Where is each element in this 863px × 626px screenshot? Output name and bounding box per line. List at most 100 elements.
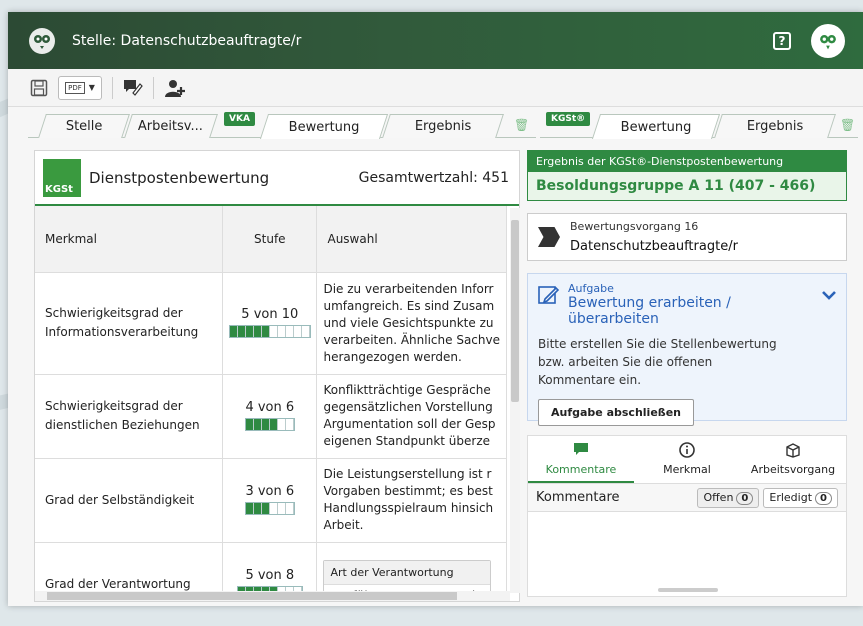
level-segment [286,325,294,337]
tab-merkmal[interactable]: Merkmal [634,436,740,483]
auswahl-cell[interactable]: Die zu verarbeitenden Inforr umfangreich.… [316,272,507,375]
toolbar: PDF ▼ [8,69,863,107]
level-segment [229,325,238,337]
finish-task-button[interactable]: Aufgabe abschließen [538,399,694,426]
merkmal-cell: Schwierigkeitsgrad der Informationsverar… [35,272,224,375]
level-segment [286,502,294,514]
info-tab-bar: Kommentare Merkmal Arbeitsvorgang [528,436,846,484]
result-heading: Ergebnis der KGSt®-Dienstpostenbewertung [528,151,846,172]
task-text-line: Bitte erstellen Sie die Stellenbewertung [538,337,777,351]
filter-open-button[interactable]: Offen 0 [697,487,760,508]
stufe-cell[interactable]: 3 von 6 [222,458,318,543]
level-segment [245,418,254,430]
stufe-cell[interactable]: 5 von 8 [222,542,318,591]
stufe-label: 4 von 6 [245,399,295,415]
box-icon [740,442,846,461]
select-caption: Art der Verantwortung [324,560,491,585]
task-title: Bewertung erarbeiten / überarbeiten [568,295,731,327]
tabs-row: Stelle Arbeitsv... VKA Bewertung Ergebni… [8,108,863,139]
filter-label: Erledigt [769,490,813,504]
auswahl-text-line: und viele Gesichtspunkte zu [323,315,494,330]
result-value: Besoldungsgruppe A 11 (407 - 466) [536,178,816,194]
comment-tool-icon[interactable] [123,76,143,100]
level-segment [278,502,286,514]
chevron-down-icon: ▼ [88,83,95,92]
kgst-logo: KGSt [43,158,81,197]
tab-ergebnis[interactable]: Ergebnis [382,114,504,138]
vertical-scrollbar[interactable] [510,208,520,593]
chevron-down-icon[interactable] [822,288,836,304]
tab-label: Arbeitsv... [138,119,204,134]
stufe-cell[interactable]: 4 von 6 [222,374,318,459]
resize-handle[interactable] [658,588,718,592]
info-tabs: Kommentare Merkmal Arbeitsvorgang Kommen… [527,435,847,597]
tab-label: Stelle [65,119,103,134]
auswahl-text-line: herangezogen werden. [323,349,462,364]
column-header: Stufe [222,206,318,273]
window-title: Stelle: Datenschutzbeauftragte/r [72,32,302,49]
tab-label: Ergebnis [414,119,472,134]
save-icon[interactable] [30,76,48,100]
auswahl-text-line: gegensätzlichen Vorstellung [323,400,493,414]
auswahl-text-line: verarbeiten. Ähnliche Sachve [323,332,500,347]
stufe-label: 5 von 10 [241,306,299,322]
owl-logo-icon [28,27,56,55]
pdf-export-button[interactable]: PDF ▼ [58,75,102,100]
auswahl-text-line: Arbeit. [323,518,364,532]
trash-icon[interactable]: 🗑 [840,118,855,132]
tab-arbeitsvorgang[interactable]: Arbeitsv... [124,114,218,138]
auswahl-text-line: Vorgaben bestimmt; es best [323,484,493,498]
auswahl-text-line: Handlungsspielraum hinsich [323,501,494,515]
table-row[interactable]: Schwierigkeitsgrad der Informationsverar… [35,272,507,375]
level-segment [237,325,246,337]
level-segment [261,418,270,430]
total-score: Gesamtwertzahl: 451 [358,169,509,186]
level-segment [294,325,302,337]
table-viewport: Merkmal Stufe Auswahl Schwierigkeitsgrad… [35,206,519,591]
stufe-cell[interactable]: 5 von 10 [222,272,318,375]
table-row[interactable]: Grad der Verantwortung 5 von 8 Art der Ver… [35,542,507,591]
auswahl-text-line: Konfliktträchtige Gespräche [323,383,491,397]
avatar[interactable] [811,23,845,58]
filter-done-button[interactable]: Erledigt 0 [763,487,838,508]
merkmal-cell: Schwierigkeitsgrad der dienstlichen Bezi… [35,374,224,459]
table-row[interactable]: Schwierigkeitsgrad der dienstlichen Bezi… [35,374,507,459]
tab-kgst-bewertung[interactable]: Bewertung [591,114,721,139]
add-user-icon[interactable] [164,76,186,100]
trash-icon[interactable]: 🗑 [514,118,529,132]
level-bar [244,417,295,431]
vorgang-card[interactable]: Bewertungsvorgang 16 Datenschutzbeauftra… [527,213,847,261]
chevron-right-icon [538,227,560,247]
auswahl-cell[interactable]: Art der VerantwortungAusführungsverantwo… [316,542,507,591]
level-segment [269,418,278,430]
auswahl-text-line: Argumentation soll der Gesp [323,417,496,431]
help-icon[interactable]: ? [773,31,791,50]
verantwortung-select[interactable]: Art der VerantwortungAusführungsverantwo… [323,559,492,591]
tab-stelle[interactable]: Stelle [38,114,130,138]
tab-label: Merkmal [663,463,711,476]
title-bar: Stelle: Datenschutzbeauftragte/r ? [8,12,863,69]
kgst-badge: KGSt® [546,112,591,126]
right-column: Ergebnis der KGSt®-Dienstpostenbewertung… [527,150,847,597]
pdf-icon: PDF [65,81,85,94]
result-box: Ergebnis der KGSt®-Dienstpostenbewertung… [527,150,847,201]
scroll-thumb[interactable] [511,220,519,402]
toolbar-divider [112,76,113,99]
tab-kgst-ergebnis[interactable]: Ergebnis [714,114,836,138]
scroll-thumb[interactable] [47,592,457,600]
tab-kommentare[interactable]: Kommentare [528,436,634,483]
table-row[interactable]: Grad der Selbständigkeit 3 von 6 Die Leist… [35,458,507,543]
tab-arbeitsvorgang-info[interactable]: Arbeitsvorgang [740,436,846,483]
tab-bewertung[interactable]: Bewertung [259,114,389,139]
auswahl-cell[interactable]: Konfliktträchtige Gespräche gegensätzlich… [316,374,507,459]
vorgang-number: Bewertungsvorgang 16 [570,220,699,233]
tabs-right: KGSt® Bewertung Ergebnis 🗑 [540,108,858,139]
horizontal-scrollbar[interactable] [35,591,510,601]
level-segment [270,325,278,337]
level-bar [228,324,311,338]
level-segment [270,502,278,514]
level-segment [278,325,286,337]
vorgang-name: Datenschutzbeauftragte/r [570,239,738,254]
vka-badge: VKA [224,112,255,126]
auswahl-cell[interactable]: Die Leistungserstellung ist r Vorgaben be… [316,458,507,543]
